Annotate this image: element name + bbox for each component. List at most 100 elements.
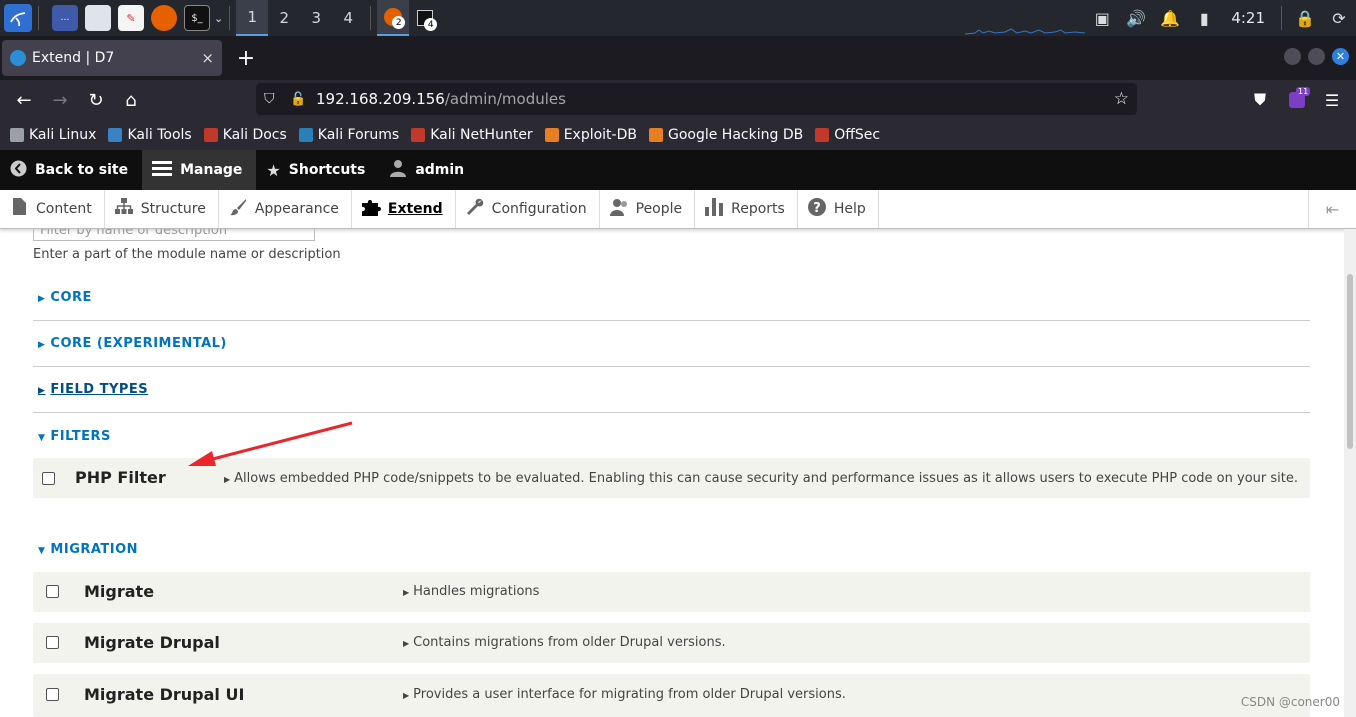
user-icon <box>389 159 407 181</box>
kali-menu-icon[interactable] <box>4 4 32 32</box>
tray-item-extend[interactable]: Extend <box>352 190 456 228</box>
bookmark-item[interactable]: Kali Linux <box>10 127 96 143</box>
bookmark-label: Kali Forums <box>317 127 400 143</box>
module-filter-input[interactable]: Filter by name or description <box>33 229 315 241</box>
minimize-window-button[interactable] <box>1284 48 1301 65</box>
details-triangle-icon: ▶ <box>403 691 410 700</box>
module-checkbox[interactable] <box>42 472 55 485</box>
pocket-icon[interactable]: ⛊ <box>1248 80 1272 120</box>
module-name: Migrate Drupal <box>84 633 220 652</box>
workspace-3[interactable]: 3 <box>300 0 332 36</box>
tray-item-configuration[interactable]: Configuration <box>456 190 600 228</box>
shortcuts-tab[interactable]: ★ Shortcuts <box>256 150 379 190</box>
tray-item-appearance[interactable]: Appearance <box>219 190 352 228</box>
bookmark-favicon-icon <box>10 128 24 142</box>
back-to-site-link[interactable]: Back to site <box>0 150 142 190</box>
logout-icon[interactable]: ⟳ <box>1322 9 1356 28</box>
package-core-toggle[interactable]: ▶ CORE <box>33 290 1310 305</box>
module-description[interactable]: ▶ Contains migrations from older Drupal v… <box>403 635 726 650</box>
package-filters-toggle[interactable]: ▼ FILTERS <box>33 429 1310 444</box>
back-to-site-label: Back to site <box>35 162 129 178</box>
window-count-badge: 4 <box>424 18 438 31</box>
tray-item-help[interactable]: ? Help <box>798 190 879 228</box>
module-checkbox[interactable] <box>46 688 59 701</box>
browser-tab-bar: Extend | D7 × + ✕ <box>0 36 1356 80</box>
launcher-dropdown-icon[interactable]: ⌄ <box>214 12 223 25</box>
package-field-types-toggle[interactable]: ▶ FIELD TYPES <box>33 382 1310 397</box>
screen-icon[interactable]: ▣ <box>1085 9 1119 28</box>
menu-lines-icon <box>152 160 173 180</box>
bookmark-favicon-icon <box>108 128 123 142</box>
bookmark-item[interactable]: Google Hacking DB <box>648 127 803 143</box>
scrollbar-thumb[interactable] <box>1347 274 1353 449</box>
module-name: Migrate Drupal UI <box>84 685 245 704</box>
new-tab-button[interactable]: + <box>234 44 258 72</box>
browser-tab[interactable]: Extend | D7 × <box>2 40 222 76</box>
text-editor-icon[interactable]: ✎ <box>118 5 144 31</box>
tray-label: Appearance <box>254 201 339 217</box>
puzzle-icon <box>361 198 381 221</box>
clock[interactable]: 4:21 <box>1221 9 1275 27</box>
tray-orientation-toggle-icon[interactable]: ⇤ <box>1308 190 1356 228</box>
bookmark-star-icon[interactable]: ☆ <box>1114 89 1129 109</box>
os-taskbar: … ✎ $_ ⌄ 1 2 3 4 2 4 ▣ 🔊 🔔 ▮ 4:21 🔒 ⟳ <box>0 0 1356 36</box>
user-tab[interactable]: admin <box>379 150 478 190</box>
volume-icon[interactable]: 🔊 <box>1119 9 1153 28</box>
bookmark-item[interactable]: OffSec <box>815 127 880 143</box>
module-description[interactable]: ▶ Handles migrations <box>403 584 539 599</box>
firefox-icon[interactable] <box>151 5 177 31</box>
module-description[interactable]: ▶ Provides a user interface for migrating… <box>403 687 846 702</box>
module-name: PHP Filter <box>75 468 166 487</box>
package-migration-toggle[interactable]: ▼ MIGRATION <box>33 542 1310 557</box>
bookmark-item[interactable]: Exploit-DB <box>544 127 637 143</box>
notification-bell-icon[interactable]: 🔔 <box>1153 9 1187 28</box>
details-triangle-icon: ▶ <box>403 639 410 648</box>
sitemap-icon <box>114 198 133 220</box>
maximize-window-button[interactable] <box>1308 48 1325 65</box>
file-manager-icon[interactable] <box>85 5 111 31</box>
package-core-experimental-toggle[interactable]: ▶ CORE (EXPERIMENTAL) <box>33 336 1310 351</box>
tray-item-reports[interactable]: Reports <box>695 190 798 228</box>
filter-description: Enter a part of the module name or descr… <box>33 247 341 262</box>
details-triangle-icon: ▶ <box>224 475 231 484</box>
module-checkbox[interactable] <box>46 585 59 598</box>
tracking-shield-icon[interactable]: ⛉ <box>264 91 280 107</box>
forward-arrow-icon[interactable]: → <box>42 84 78 116</box>
taskbar-window-firefox[interactable]: 2 <box>377 0 410 36</box>
extension-icon[interactable]: 11 <box>1284 80 1311 120</box>
tray-item-content[interactable]: Content <box>0 190 105 228</box>
desktop-icon[interactable]: … <box>52 5 78 31</box>
bookmark-favicon-icon <box>648 128 663 142</box>
reload-icon[interactable]: ↻ <box>78 84 114 116</box>
taskbar-window-terminal[interactable]: 4 <box>409 0 441 36</box>
bookmark-item[interactable]: Kali Docs <box>203 127 287 143</box>
tray-item-people[interactable]: People <box>600 190 696 228</box>
page-scrollbar[interactable] <box>1344 229 1356 717</box>
module-description[interactable]: ▶ Allows embedded PHP code/snippets to be… <box>224 471 1298 486</box>
bookmark-item[interactable]: Kali NetHunter <box>411 127 533 143</box>
workspace-4[interactable]: 4 <box>332 0 364 36</box>
workspace-1[interactable]: 1 <box>236 0 269 36</box>
tray-item-structure[interactable]: Structure <box>105 190 219 228</box>
close-tab-icon[interactable]: × <box>201 49 214 67</box>
home-icon[interactable]: ⌂ <box>113 84 149 116</box>
terminal-icon[interactable]: $_ <box>184 5 210 31</box>
taskbar-separator <box>38 6 39 30</box>
back-arrow-icon[interactable]: ← <box>6 84 42 116</box>
close-window-button[interactable]: ✕ <box>1332 48 1349 65</box>
bookmark-item[interactable]: Kali Forums <box>298 127 400 143</box>
module-checkbox[interactable] <box>46 636 59 649</box>
module-description-text: Handles migrations <box>413 584 540 599</box>
manage-tab[interactable]: Manage <box>142 150 257 190</box>
insecure-lock-icon[interactable]: 🔓 <box>290 92 306 107</box>
drupal-admin-toolbar: Back to site Manage ★ Shortcuts admin <box>0 150 1356 190</box>
url-bar[interactable]: ⛉ 🔓 192.168.209.156/admin/modules ☆ <box>256 83 1137 115</box>
workspace-2[interactable]: 2 <box>268 0 300 36</box>
hamburger-menu-icon[interactable]: ☰ <box>1320 80 1344 120</box>
shortcuts-label: Shortcuts <box>288 162 366 178</box>
lock-screen-icon[interactable]: 🔒 <box>1288 9 1322 28</box>
bookmark-label: Kali Docs <box>222 127 287 143</box>
bookmark-label: Kali Linux <box>29 127 97 143</box>
battery-icon[interactable]: ▮ <box>1187 9 1221 28</box>
bookmark-item[interactable]: Kali Tools <box>108 127 192 143</box>
